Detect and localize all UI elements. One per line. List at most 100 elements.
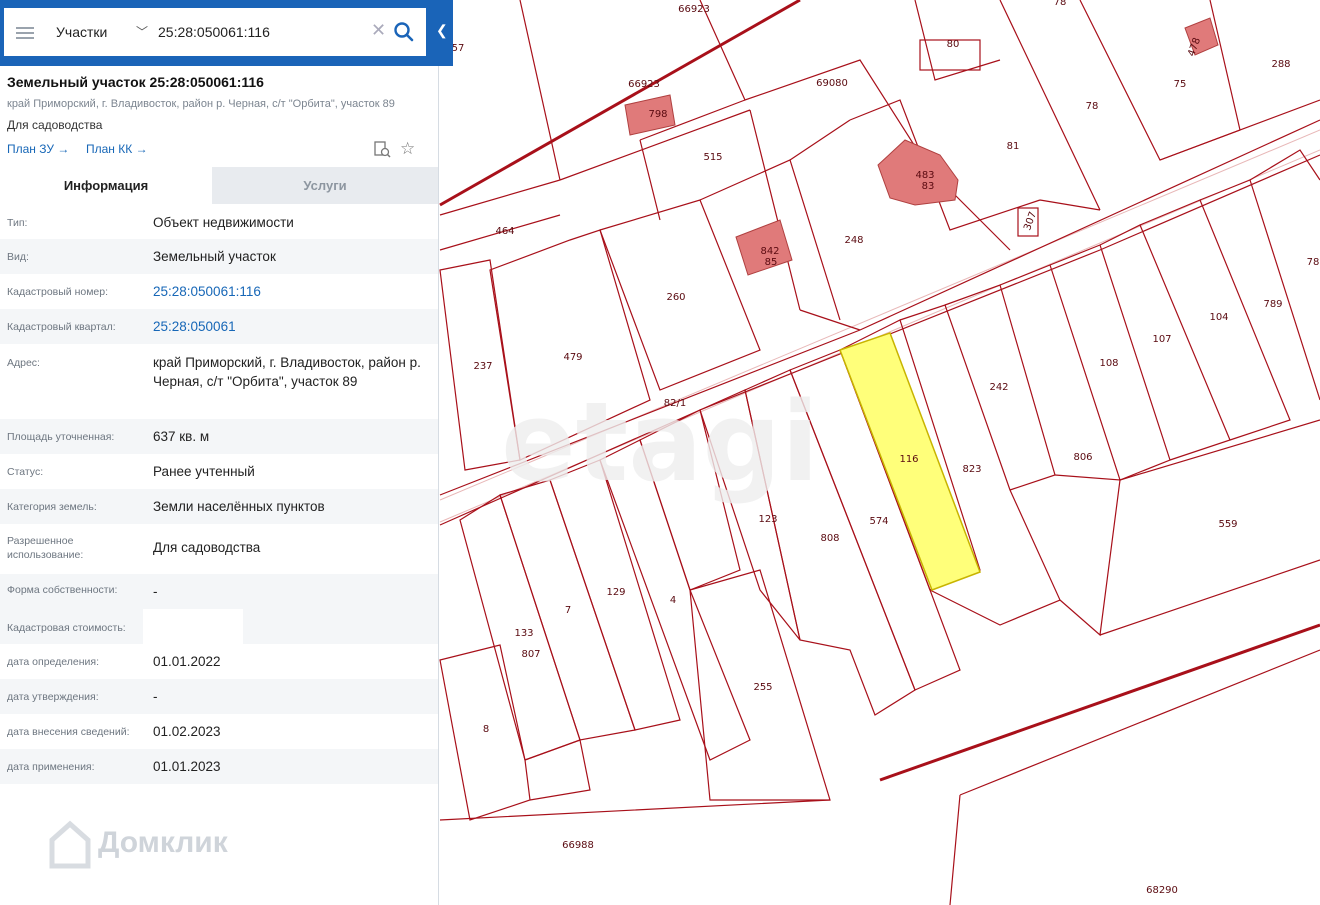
map-watermark: etagi (501, 378, 819, 506)
row-value: - (153, 689, 158, 704)
chevron-down-icon: ﹀ (135, 25, 148, 39)
info-row-type: Тип: Объект недвижимости (0, 204, 438, 239)
parcel-label: 66923 (628, 79, 660, 90)
parcel-label: 107 (1152, 334, 1171, 345)
row-label: Статус: (7, 466, 44, 478)
info-row-address: Адрес: край Приморский, г. Владивосток, … (0, 344, 438, 419)
info-row-ownership: Форма собственности: - (0, 574, 438, 609)
parcel-label: 8 (483, 724, 489, 735)
parcel-label: 69080 (816, 78, 848, 89)
info-row-cadastral-number: Кадастровый номер: 25:28:050061:116 (0, 274, 438, 309)
info-row-entry-date: дата внесения сведений: 01.02.2023 (0, 714, 438, 749)
parcel-label: 789 (1263, 299, 1282, 310)
parcel-label: 242 (989, 382, 1008, 393)
row-label: Адрес: (7, 357, 40, 369)
row-value: 01.01.2023 (153, 759, 221, 774)
row-label: дата применения: (7, 761, 95, 773)
search-icon[interactable] (392, 20, 416, 44)
document-search-icon[interactable] (374, 141, 391, 158)
row-value: край Приморский, г. Владивосток, район р… (153, 355, 421, 389)
row-value: Земли населённых пунктов (153, 499, 325, 514)
plan-kk-link[interactable]: План КК → (86, 142, 148, 156)
info-table: Тип: Объект недвижимости Вид: Земельный … (0, 204, 438, 784)
watermark-text: Домклик (98, 825, 228, 859)
parcel-label: 85 (765, 257, 778, 268)
parcel-address: край Приморский, г. Владивосток, район р… (7, 98, 395, 110)
row-label: Разрешенное использование: (7, 535, 84, 561)
parcel-label: 260 (666, 292, 685, 303)
row-value: 637 кв. м (153, 429, 210, 444)
parcel-label: 483 (915, 170, 934, 181)
clear-icon[interactable]: ✕ (371, 20, 386, 41)
parcel-label: 464 (495, 226, 514, 237)
parcel-label: 806 (1073, 452, 1092, 463)
row-label: Кадастровый номер: (7, 286, 109, 298)
parcel-label: 57 (452, 43, 465, 54)
parcel-title: Земельный участок 25:28:050061:116 (7, 74, 264, 90)
parcel-label: 842 (760, 246, 779, 257)
row-label: Вид: (7, 251, 29, 263)
parcel-label: 78 (1307, 257, 1320, 268)
row-value: Ранее учтенный (153, 464, 255, 479)
parcel-label: 81 (1007, 141, 1020, 152)
parcel-label: 78 (1054, 0, 1067, 8)
parcel-label: 237 (473, 361, 492, 372)
parcel-label: 133 (514, 628, 533, 639)
star-icon[interactable]: ☆ (400, 139, 415, 159)
parcel-label: 307 (1022, 210, 1039, 232)
info-row-approval-date: дата утверждения: - (0, 679, 438, 714)
cadastral-number-link[interactable]: 25:28:050061:116 (153, 282, 423, 301)
info-row-kind: Вид: Земельный участок (0, 239, 438, 274)
search-type-select[interactable]: Участки ﹀ (48, 8, 148, 56)
info-panel: Земельный участок 25:28:050061:116 край … (0, 0, 439, 905)
plan-zu-link[interactable]: План ЗУ → (7, 142, 69, 156)
info-row-land-category: Категория земель: Земли населённых пункт… (0, 489, 438, 524)
row-value: 01.01.2022 (153, 654, 221, 669)
row-value: 01.02.2023 (153, 724, 221, 739)
parcel-label: 129 (606, 587, 625, 598)
info-row-status: Статус: Ранее учтенный (0, 454, 438, 489)
parcel-label: 123 (758, 514, 777, 525)
parcel-label: 807 (521, 649, 540, 660)
collapse-panel-icon[interactable]: ❮ (436, 22, 448, 39)
parcel-label: 116 (899, 454, 918, 465)
parcel-label: 78 (1086, 101, 1099, 112)
row-value: Для садоводства (153, 540, 261, 555)
search-box: Участки ﹀ ✕ (4, 8, 426, 56)
info-row-application-date: дата применения: 01.01.2023 (0, 749, 438, 784)
parcel-label: 7 (565, 605, 571, 616)
tab-services[interactable]: Услуги (212, 167, 438, 204)
info-row-area: Площадь уточненная: 637 кв. м (0, 419, 438, 454)
parcel-label: 288 (1271, 59, 1290, 70)
parcel-label: 80 (947, 39, 960, 50)
parcel-label: 479 (563, 352, 582, 363)
parcel-label: 82/1 (664, 398, 686, 409)
parcel-label: 108 (1099, 358, 1118, 369)
row-label: дата внесения сведений: (7, 726, 130, 738)
menu-icon[interactable] (16, 24, 34, 40)
parcel-label: 68290 (1146, 885, 1178, 896)
parcel-label: 559 (1218, 519, 1237, 530)
tab-information[interactable]: Информация (0, 167, 212, 204)
cadastral-quarter-link[interactable]: 25:28:050061 (153, 317, 423, 336)
parcel-label: 515 (703, 152, 722, 163)
search-input[interactable] (154, 20, 372, 44)
parcel-label: 808 (820, 533, 839, 544)
row-value: Земельный участок (153, 249, 276, 264)
parcel-label: 823 (962, 464, 981, 475)
parcel-label: 66923 (678, 4, 710, 15)
row-label: Кадастровая стоимость: (7, 622, 126, 634)
tab-bar: Информация Услуги (0, 167, 438, 204)
parcel-label: 798 (648, 109, 667, 120)
info-row-permitted-use: Разрешенное использование: Для садоводст… (0, 524, 438, 574)
parcel-label: 248 (844, 235, 863, 246)
house-logo-icon (49, 820, 91, 869)
info-row-determination-date: дата определения: 01.01.2022 (0, 644, 438, 679)
parcel-label: 75 (1174, 79, 1187, 90)
row-label: Категория земель: (7, 501, 97, 513)
info-row-cadastral-quarter: Кадастровый квартал: 25:28:050061 (0, 309, 438, 344)
row-value: Объект недвижимости (153, 215, 294, 230)
info-row-cadastral-cost: Кадастровая стоимость: (0, 609, 438, 644)
row-label: Тип: (7, 217, 28, 229)
row-label: Форма собственности: (7, 584, 118, 596)
